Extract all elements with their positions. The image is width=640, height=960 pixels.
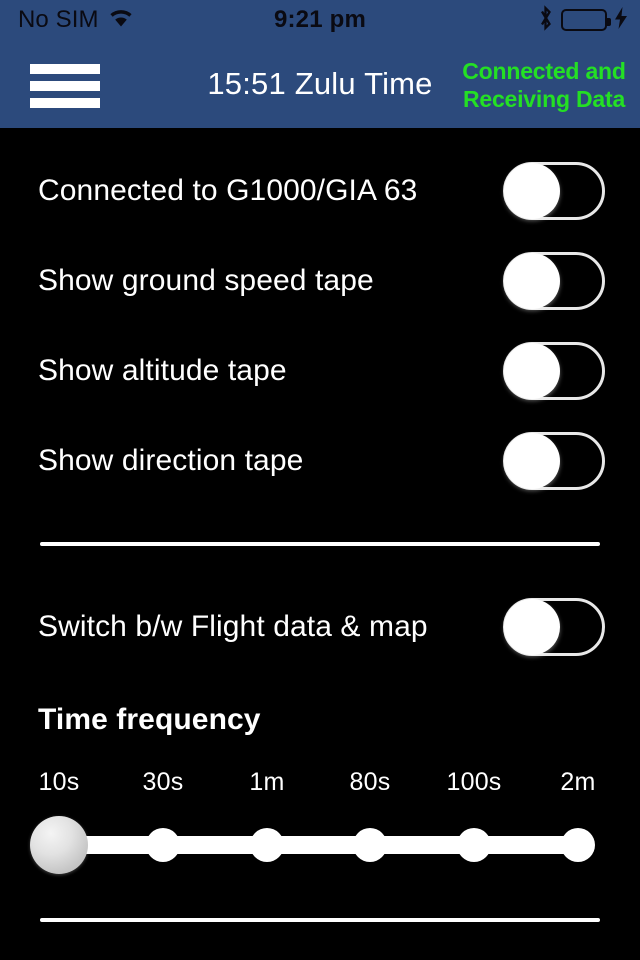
connection-status-label: Connected and Receiving Data [462, 58, 626, 112]
toggle-switch-flight-data-map[interactable] [503, 598, 605, 656]
setting-row-direction-tape[interactable]: Show direction tape [0, 416, 640, 506]
slider-tick-label-1: 30s [142, 768, 184, 796]
slider-track-line [59, 836, 578, 854]
setting-label: Switch b/w Flight data & map [38, 610, 428, 643]
setting-row-ground-speed-tape[interactable]: Show ground speed tape [0, 236, 640, 326]
slider-tick-label-0: 10s [38, 768, 80, 796]
status-bar-right [537, 0, 628, 40]
toggle-knob [504, 253, 560, 309]
time-frequency-slider[interactable]: 10s 30s 1m 80s 100s 2m [0, 768, 640, 888]
slider-stop-5[interactable] [561, 828, 595, 862]
time-frequency-heading-row: Time frequency [0, 690, 640, 750]
battery-icon [561, 9, 611, 31]
toggle-altitude-tape[interactable] [503, 342, 605, 400]
setting-label: Show ground speed tape [38, 264, 374, 297]
slider-stop-2[interactable] [250, 828, 284, 862]
settings-content: Connected to G1000/GIA 63 Show ground sp… [0, 128, 640, 960]
setting-row-altitude-tape[interactable]: Show altitude tape [0, 326, 640, 416]
setting-row-switch-flight-data-map[interactable]: Switch b/w Flight data & map [0, 582, 640, 672]
setting-label: Show direction tape [38, 444, 304, 477]
setting-label: Connected to G1000/GIA 63 [38, 174, 418, 207]
slider-track[interactable] [0, 814, 640, 876]
toggle-knob [504, 599, 560, 655]
status-bar: No SIM 9:21 pm [0, 0, 640, 40]
toggle-ground-speed-tape[interactable] [503, 252, 605, 310]
lightning-bolt-icon [614, 6, 628, 34]
toggle-connected-g1000[interactable] [503, 162, 605, 220]
slider-tick-label-2: 1m [249, 768, 285, 796]
slider-tick-label-3: 80s [349, 768, 391, 796]
slider-stop-3[interactable] [353, 828, 387, 862]
slider-tick-label-4: 100s [446, 768, 502, 796]
app-screen: No SIM 9:21 pm 15:51 Zulu Time Connected… [0, 0, 640, 960]
toggle-knob [504, 343, 560, 399]
slider-stop-1[interactable] [146, 828, 180, 862]
slider-tick-labels: 10s 30s 1m 80s 100s 2m [0, 768, 640, 804]
setting-row-connected-g1000[interactable]: Connected to G1000/GIA 63 [0, 146, 640, 236]
slider-stop-4[interactable] [457, 828, 491, 862]
time-frequency-heading: Time frequency [38, 703, 261, 736]
navigation-bar: 15:51 Zulu Time Connected and Receiving … [0, 40, 640, 128]
toggle-direction-tape[interactable] [503, 432, 605, 490]
toggle-knob [504, 163, 560, 219]
bluetooth-icon [537, 4, 554, 36]
slider-thumb[interactable] [30, 816, 88, 874]
setting-label: Show altitude tape [38, 354, 287, 387]
toggle-knob [504, 433, 560, 489]
slider-tick-label-5: 2m [560, 768, 596, 796]
